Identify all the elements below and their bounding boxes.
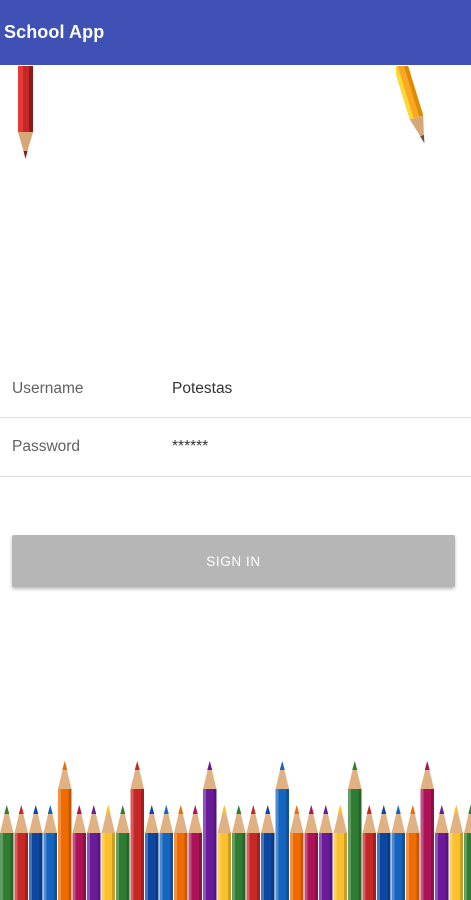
red-pencil-icon [18,66,33,159]
app-bar: School App [0,0,471,65]
pencil-icon [464,805,471,900]
pencil-icon [72,805,86,900]
pencil-icon [174,805,188,900]
pencil-icon [232,805,246,900]
pencil-icon [87,805,101,900]
username-row: Username [0,360,471,418]
app-title: School App [4,22,105,42]
pencil-icon [203,761,217,900]
pencil-icon [188,805,202,900]
colored-pencils-border [0,761,471,900]
sign-in-button[interactable]: SIGN IN [12,535,455,587]
pencil-icon [130,761,144,900]
pencil-icon [261,805,275,900]
username-input[interactable] [160,374,471,404]
pencil-icon [435,805,449,900]
pencil-icon [116,805,130,900]
pencil-icon [101,805,115,900]
password-row: Password [0,418,471,476]
pencil-icon [29,805,43,900]
pencil-icon [14,805,28,900]
password-label: Password [12,438,81,455]
username-label: Username [12,380,84,397]
pencil-icon [420,761,434,900]
pencil-icon [159,805,173,900]
pencil-icon [58,761,72,900]
pencil-icon [145,805,159,900]
pencil-icon [275,761,289,900]
pencil-icon [449,805,463,900]
pencil-icon [406,805,420,900]
pencil-icon [246,805,260,900]
pencil-icon [0,805,14,900]
yellow-pencil-icon [396,66,425,144]
pencil-icon [43,805,57,900]
pencil-icon [362,805,376,900]
pencil-icon [377,805,391,900]
pencil-icon [333,805,347,900]
divider [0,476,471,477]
pencil-icon [290,805,304,900]
pencil-icon [304,805,318,900]
pencil-icon [217,805,231,900]
password-input[interactable] [160,432,471,462]
pencil-icon [348,761,362,900]
pencil-icon [319,805,333,900]
pencil-icon [391,805,405,900]
